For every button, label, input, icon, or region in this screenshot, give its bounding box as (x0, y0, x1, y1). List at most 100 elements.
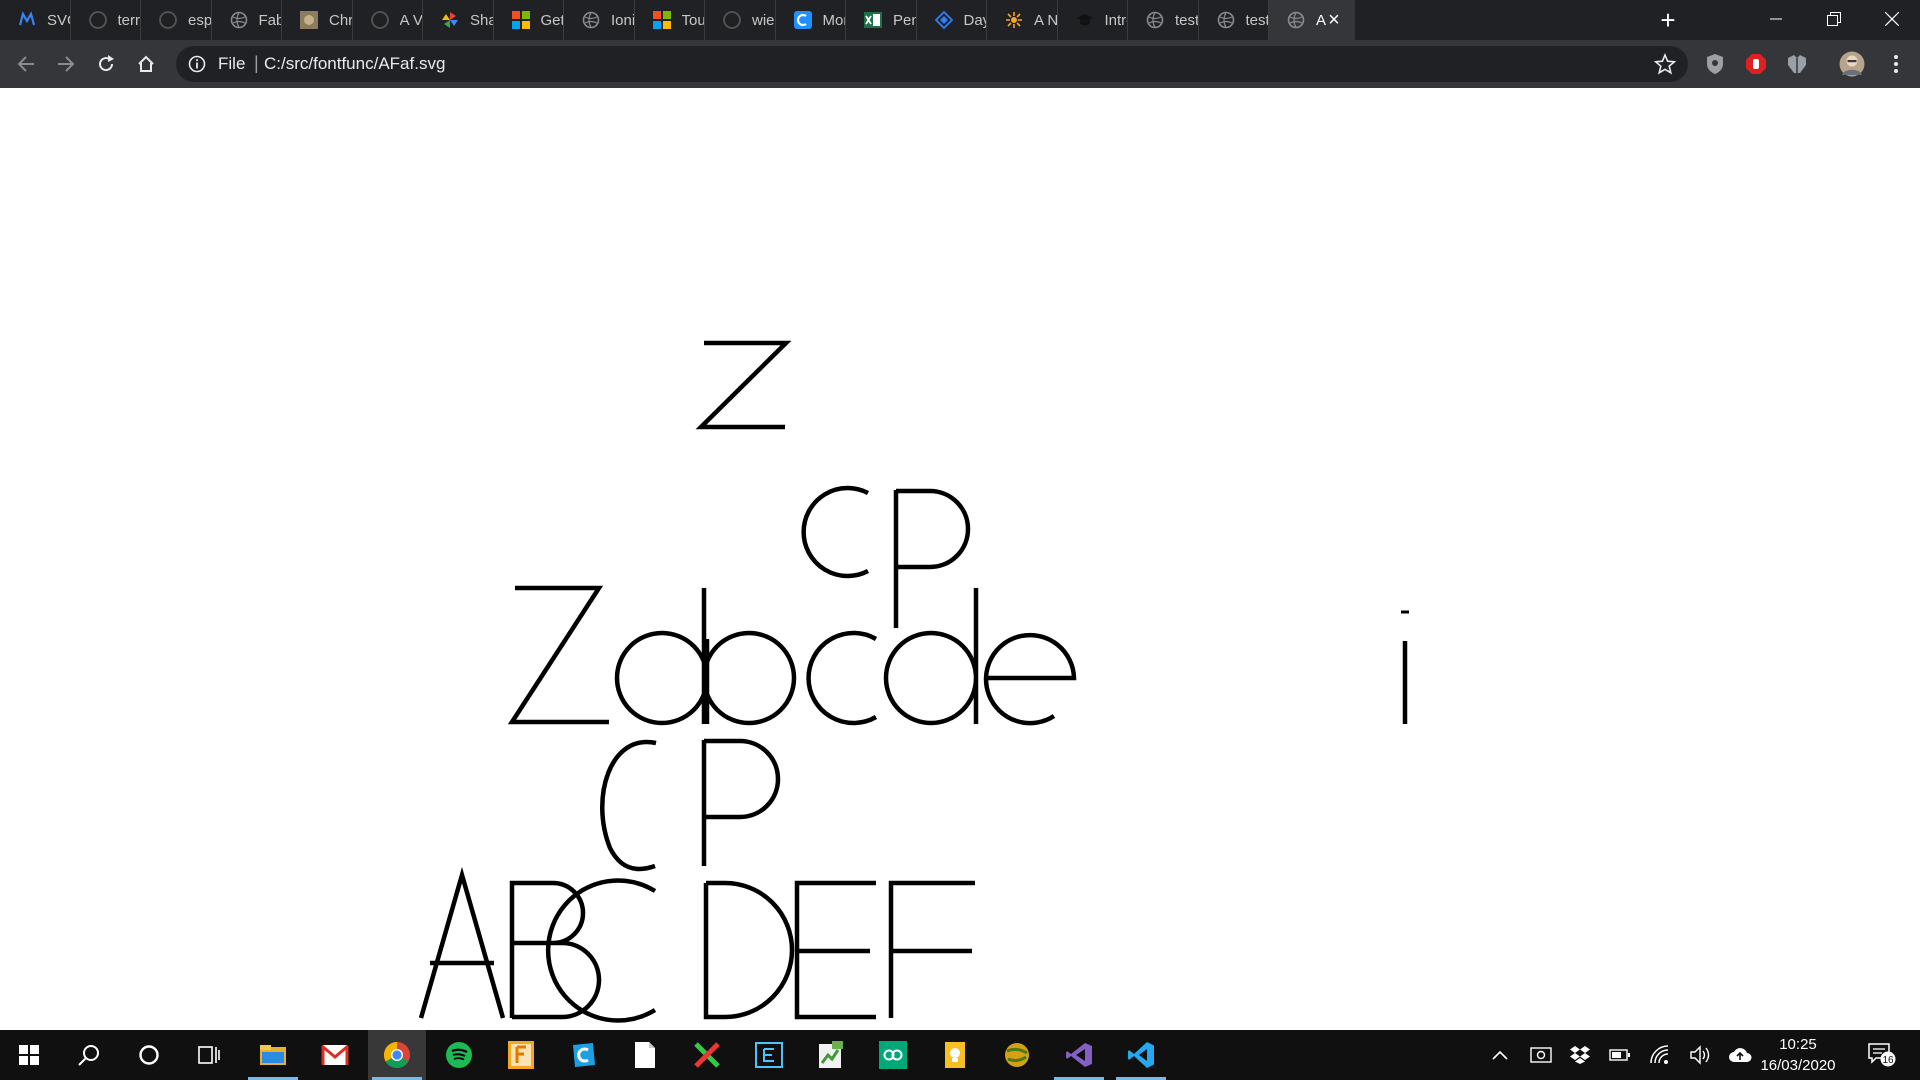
browser-tab[interactable]: Ionicl (564, 0, 635, 40)
browser-tab[interactable]: FabGl (212, 0, 282, 40)
clock-date: 16/03/2020 (1760, 1057, 1836, 1074)
new-tab-button[interactable]: + (1654, 6, 1682, 34)
svg-editor-icon (18, 11, 36, 29)
windows-start-icon[interactable] (0, 1030, 58, 1080)
volume-tray-icon[interactable] (1688, 1043, 1712, 1067)
notepad-icon[interactable] (616, 1030, 674, 1080)
spotify-icon[interactable] (430, 1030, 488, 1080)
tab-title: A Visu (399, 11, 423, 29)
browser-tab[interactable]: Tour c (635, 0, 705, 40)
puzzle-extension-icon[interactable] (1783, 50, 1811, 78)
browser-tab[interactable]: Chris (282, 0, 353, 40)
tab-title: Days (963, 11, 987, 29)
browser-tab[interactable]: Introc (1058, 0, 1128, 40)
tab-title: test.s (1175, 11, 1198, 29)
notification-count-badge: 16 (1882, 1055, 1894, 1066)
browser-tab[interactable]: Get S (494, 0, 564, 40)
visual-studio-icon[interactable] (1050, 1030, 1108, 1080)
sheet-app-icon[interactable] (802, 1030, 860, 1080)
browser-tab[interactable]: test1 (1199, 0, 1269, 40)
c-app-icon[interactable] (554, 1030, 612, 1080)
browser-tab[interactable]: wiesla (705, 0, 776, 40)
tab-strip: SVG \ terrys espvg FabGl Chris A Visu Sharin Ge… (0, 0, 1920, 40)
back-button[interactable] (12, 50, 40, 78)
adblock-stop-icon[interactable] (1742, 50, 1770, 78)
restore-button[interactable] (1806, 0, 1862, 38)
bookmark-star-icon[interactable] (1653, 52, 1677, 75)
gmail-icon[interactable] (306, 1030, 364, 1080)
glyph-z-large (507, 585, 609, 725)
editor-icon[interactable] (740, 1030, 798, 1080)
globe-icon (1217, 11, 1235, 29)
browser-tab[interactable]: Pensi (846, 0, 917, 40)
vscode-icon[interactable] (1112, 1030, 1170, 1080)
spark-icon (1005, 11, 1023, 29)
browser-tab-active[interactable]: A × (1269, 0, 1355, 40)
glyph-line-abcdef (418, 866, 975, 1023)
globe-icon (582, 11, 600, 29)
graduation-cap-icon (1076, 11, 1094, 29)
tab-title: Introc (1104, 11, 1128, 29)
browser-tab[interactable]: test.s (1128, 0, 1199, 40)
shield-extension-icon[interactable] (1701, 50, 1729, 78)
onedrive-cloud-tray-icon[interactable] (1728, 1043, 1752, 1067)
keep-icon[interactable] (926, 1030, 984, 1080)
fusion-icon[interactable] (492, 1030, 550, 1080)
search-icon[interactable] (60, 1030, 118, 1080)
glyph-line-z (695, 340, 792, 430)
chrome-icon[interactable] (368, 1030, 426, 1080)
close-tab-icon[interactable]: × (1325, 10, 1343, 30)
glyph-f-cap (888, 880, 975, 1018)
glyph-c-cap (545, 878, 657, 1023)
arduino-icon[interactable] (864, 1030, 922, 1080)
show-hidden-icons-chevron-icon[interactable] (1488, 1043, 1512, 1067)
sync-tray-icon[interactable] (1529, 1043, 1553, 1067)
url-separator: | (254, 53, 259, 73)
tab-title: A Ne (1034, 11, 1057, 29)
globe-icon (230, 11, 248, 29)
browser-tab[interactable]: Sharin (423, 0, 494, 40)
task-view-icon[interactable] (180, 1030, 238, 1080)
tab-title: FabGl (258, 11, 282, 29)
action-center-icon[interactable]: 16 (1868, 1043, 1898, 1067)
battery-tray-icon[interactable] (1608, 1043, 1632, 1067)
glyph-e (983, 632, 1077, 726)
profile-avatar[interactable] (1838, 50, 1866, 78)
clock-time: 10:25 (1779, 1036, 1817, 1053)
cortana-icon[interactable] (120, 1030, 178, 1080)
reload-button[interactable] (92, 50, 120, 78)
browser-tab[interactable]: espvg (141, 0, 212, 40)
file-explorer-icon[interactable] (244, 1030, 302, 1080)
money-app-icon (793, 11, 812, 29)
glyph-a-cap (418, 866, 506, 1019)
tab-title: SVG \ (47, 11, 70, 29)
dropbox-tray-icon[interactable] (1568, 1043, 1592, 1067)
github-icon (159, 11, 177, 29)
taskbar-clock[interactable]: 10:25 16/03/2020 (1752, 1034, 1844, 1076)
address-bar[interactable]: File | C:/src/fontfunc/AFaf.svg (176, 46, 1688, 82)
browser-tab[interactable]: A Visu (353, 0, 423, 40)
excel-icon (864, 11, 882, 29)
wifi-tray-icon[interactable] (1648, 1043, 1672, 1067)
xmind-icon[interactable] (678, 1030, 736, 1080)
url-scheme-label: File (218, 54, 246, 73)
tab-title: Mone (822, 11, 846, 29)
minimize-button[interactable] (1748, 0, 1804, 38)
glyph-z-small (695, 340, 792, 430)
browser-tab[interactable]: SVG \ (0, 0, 71, 40)
browser-tab[interactable]: terrys (71, 0, 141, 40)
glyph-line-cp-upper (801, 485, 971, 628)
tab-title: espvg (188, 11, 211, 29)
info-icon[interactable] (188, 55, 206, 73)
glyph-line-zabcde (507, 585, 1077, 726)
globe-app-icon[interactable] (988, 1030, 1046, 1080)
browser-menu-button[interactable] (1882, 50, 1910, 78)
home-button[interactable] (132, 50, 160, 78)
diamond-icon (934, 11, 953, 29)
url-text[interactable]: C:/src/fontfunc/AFaf.svg (264, 54, 445, 74)
browser-tab[interactable]: A Ne (987, 0, 1058, 40)
close-window-button[interactable] (1864, 0, 1920, 38)
browser-tab[interactable]: Days (917, 0, 987, 40)
forward-button[interactable] (52, 50, 80, 78)
browser-tab[interactable]: Mone (776, 0, 846, 40)
